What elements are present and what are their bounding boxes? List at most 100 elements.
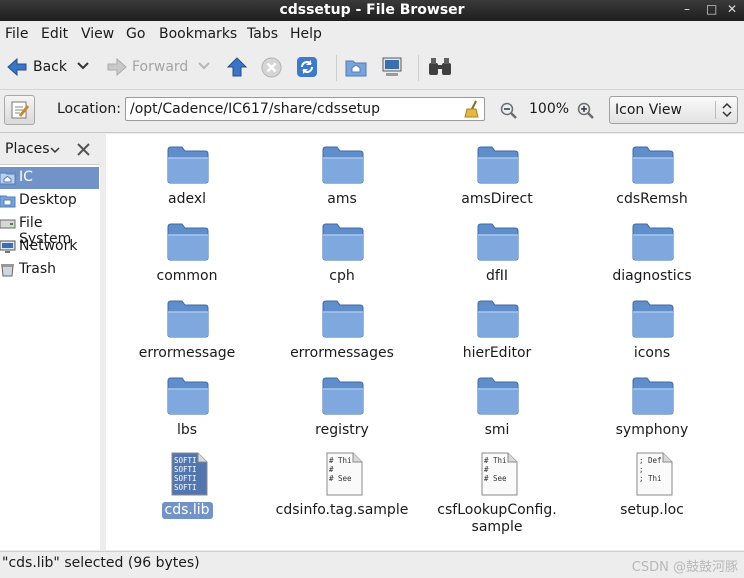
trash-icon [1, 264, 14, 277]
file-preview-line: # See [484, 474, 507, 483]
places-header: Places [0, 134, 100, 165]
network-icon [0, 240, 16, 253]
sidebar-item-desktop[interactable]: Desktop [0, 190, 99, 212]
file-label: errormessage [138, 345, 236, 361]
computer-icon [382, 57, 402, 76]
search-button[interactable] [428, 57, 452, 77]
file-label: cdsRemsh [616, 191, 688, 207]
zoom-out-icon[interactable] [500, 102, 518, 120]
edit-location-icon [11, 101, 30, 119]
view-mode-select[interactable]: Icon View [609, 96, 738, 124]
file-preview-line: SOFTI [174, 474, 197, 483]
location-input[interactable]: /opt/Cadence/IC617/share/cdssetup [125, 97, 485, 121]
stop-icon [261, 57, 282, 78]
reload-button[interactable] [296, 56, 318, 78]
places-dropdown[interactable]: Places [5, 141, 50, 157]
back-label: Back [33, 59, 67, 75]
back-arrow-icon [7, 57, 27, 77]
text-file-icon: SOFTISOFTISOFTISOFTI [171, 452, 208, 496]
folder-icon [167, 223, 209, 261]
menu-edit[interactable]: Edit [41, 26, 68, 42]
file-preview-line: # Thi [484, 456, 507, 465]
folder-icon [477, 146, 519, 184]
folder-icon [632, 300, 674, 338]
file-label: hierEditor [462, 345, 532, 361]
file-preview-line: # [329, 465, 334, 474]
menu-bookmarks[interactable]: Bookmarks [159, 26, 237, 42]
chevron-down-icon [77, 62, 89, 70]
file-label: amsDirect [461, 191, 533, 207]
chevron-down-icon [198, 62, 210, 70]
file-label: adexl [167, 191, 206, 207]
file-preview-line: ; Thi [639, 474, 662, 483]
folder-icon [167, 146, 209, 184]
text-file-icon: # Thi## See [326, 452, 363, 496]
folder-icon [477, 377, 519, 415]
file-label: cph [329, 268, 355, 284]
folder-icon [477, 300, 519, 338]
sidebar-item-label: Network [19, 238, 78, 254]
forward-button[interactable]: Forward [106, 56, 188, 78]
view-mode-value: Icon View [615, 102, 682, 118]
folder-icon [322, 300, 364, 338]
minimize-icon[interactable]: – [684, 2, 690, 16]
close-sidebar-icon[interactable] [77, 143, 90, 156]
file-preview-line: # See [329, 474, 352, 483]
sidebar-item-label: Desktop [19, 192, 77, 208]
file-preview-line: SOFTI [174, 465, 197, 474]
toolbar: Back Forward [0, 47, 744, 90]
file-label: diagnostics [612, 268, 692, 284]
menu-go[interactable]: Go [126, 26, 145, 42]
menu-tabs[interactable]: Tabs [247, 26, 278, 42]
up-arrow-icon [226, 57, 248, 77]
file-preview-line: SOFTI [174, 483, 197, 492]
file-label: common [156, 268, 218, 284]
home-button[interactable] [345, 57, 367, 77]
binoculars-icon [429, 58, 451, 75]
menu-view[interactable]: View [81, 26, 114, 42]
file-label: ams [327, 191, 357, 207]
sidebar: Places IC Desktop File System Network Tr… [0, 134, 101, 550]
file-preview-line: # Thi [329, 456, 352, 465]
menu-help[interactable]: Help [290, 26, 322, 42]
folder-icon [632, 377, 674, 415]
file-label: icons [633, 345, 671, 361]
zoom-in-icon[interactable] [577, 102, 595, 120]
reload-icon [297, 57, 317, 77]
file-preview-line: SOFTI [174, 456, 197, 465]
watermark: CSDN @鼓鼓河豚 [631, 560, 738, 575]
back-button[interactable]: Back [6, 56, 67, 78]
file-label: symphony [615, 422, 689, 438]
chevron-down-icon[interactable] [50, 147, 60, 154]
stop-button[interactable] [261, 57, 282, 78]
title-bar: cdssetup - File Browser – □ ✕ [0, 0, 744, 21]
forward-label: Forward [132, 59, 189, 75]
maximize-icon[interactable]: □ [706, 2, 717, 16]
window-title: cdssetup - File Browser [279, 2, 465, 18]
folder-icon [167, 300, 209, 338]
file-label: errormessages [290, 345, 394, 361]
file-preview-line: ; Def [639, 456, 662, 465]
clear-location-icon[interactable] [463, 100, 481, 118]
back-history-dropdown[interactable] [77, 62, 89, 70]
up-button[interactable] [226, 56, 248, 78]
home-folder-icon [0, 172, 16, 185]
file-label: csfLookupConfig. sample [437, 502, 557, 535]
sidebar-item-ic[interactable]: IC [0, 167, 99, 189]
desktop-icon [0, 195, 16, 208]
computer-button[interactable] [381, 56, 403, 78]
folder-icon [477, 223, 519, 261]
folder-icon [632, 146, 674, 184]
sidebar-item-trash[interactable]: Trash [0, 259, 99, 281]
file-preview-line: # [484, 465, 489, 474]
status-bar: "cds.lib" selected (96 bytes) CSDN @鼓鼓河豚 [0, 551, 744, 578]
forward-history-dropdown[interactable] [198, 62, 210, 70]
sidebar-item-file-system[interactable]: File System [0, 213, 99, 247]
sidebar-item-network[interactable]: Network [0, 236, 99, 258]
forward-arrow-icon [107, 57, 127, 77]
file-label: setup.loc [620, 502, 684, 518]
toggle-location-button[interactable] [4, 95, 35, 125]
folder-icon [322, 377, 364, 415]
menu-file[interactable]: File [5, 26, 28, 42]
close-window-icon[interactable]: ✕ [727, 2, 737, 16]
